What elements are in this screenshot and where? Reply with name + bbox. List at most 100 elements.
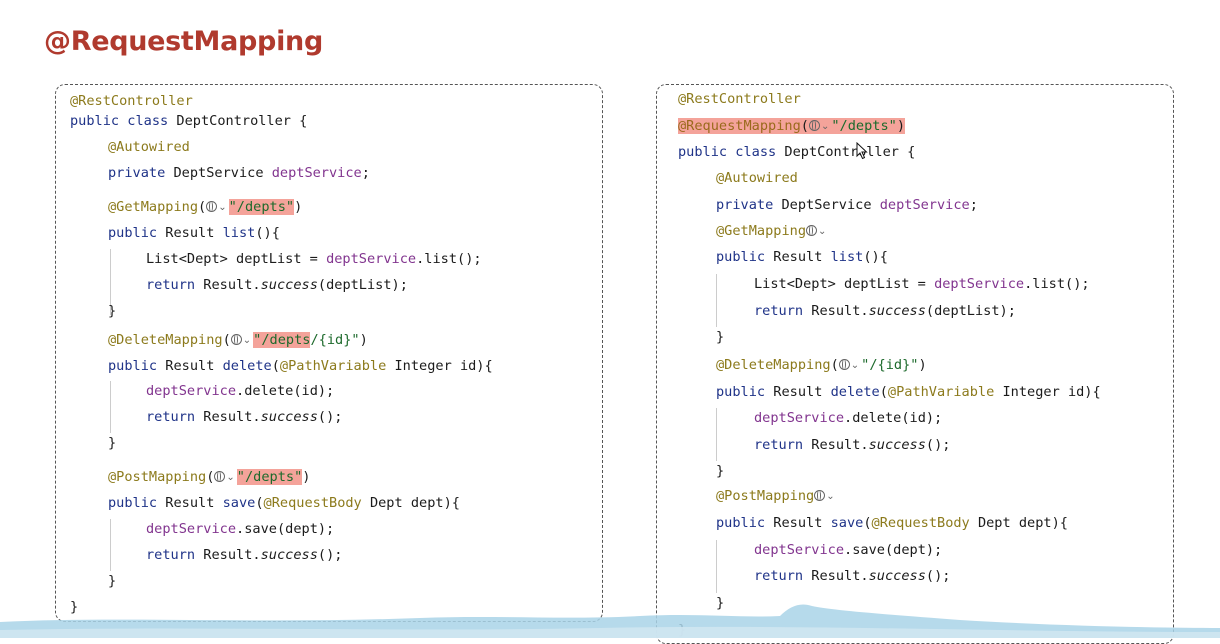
- code-token: @Autowired: [716, 170, 798, 186]
- code-token: DeptController {: [176, 113, 308, 129]
- code-token: @PathVariable: [279, 358, 395, 374]
- code-token: Result: [165, 495, 223, 511]
- code-token: public: [108, 495, 166, 511]
- code-line: public Result list(){: [108, 223, 280, 243]
- globe-icon[interactable]: [838, 358, 850, 370]
- code-token: deptService: [271, 165, 362, 181]
- code-token: "/depts: [253, 332, 311, 348]
- code-token: success: [260, 409, 318, 425]
- code-line: public Result list(){: [716, 247, 888, 267]
- code-panel-right: @RestController @RequestMapping(⌄ "/depts"…: [656, 84, 1174, 644]
- chevron-down-icon[interactable]: ⌄: [818, 222, 826, 242]
- code-token: Integer id){: [1002, 384, 1101, 400]
- code-line: return Result.success(deptList);: [146, 275, 408, 295]
- code-token: Integer id){: [394, 358, 493, 374]
- code-token: ();: [925, 568, 951, 584]
- code-token: deptService: [754, 410, 845, 426]
- code-line: deptService.save(dept);: [146, 519, 334, 539]
- code-token: return: [754, 437, 812, 453]
- code-line: @Autowired: [716, 168, 798, 188]
- code-token: }: [108, 303, 117, 319]
- code-token: @PathVariable: [887, 384, 1003, 400]
- code-line: @RequestMapping(⌄ "/depts"): [678, 116, 906, 137]
- code-token: Result: [165, 358, 223, 374]
- code-token: deptService: [326, 251, 417, 267]
- code-token: ): [918, 357, 927, 373]
- code-token: public: [716, 515, 774, 531]
- code-token: @DeleteMapping: [716, 357, 831, 373]
- code-token: success: [868, 437, 926, 453]
- code-panel-left: @RestController public class DeptControll…: [55, 84, 603, 622]
- code-line: deptService.delete(id);: [754, 408, 942, 428]
- code-token: List<Dept> deptList =: [146, 251, 327, 267]
- chevron-down-icon[interactable]: ⌄: [826, 487, 834, 507]
- code-token: deptService: [146, 383, 237, 399]
- code-token: public: [108, 358, 166, 374]
- chevron-down-icon[interactable]: ⌄: [243, 331, 251, 351]
- code-line: @PostMapping ⌄: [716, 486, 837, 507]
- code-line: @Autowired: [108, 137, 190, 157]
- code-token: class: [127, 113, 177, 129]
- code-token: Result.: [811, 437, 869, 453]
- code-token: success: [260, 277, 318, 293]
- indent-guide: [716, 540, 717, 593]
- code-token: Result.: [203, 409, 261, 425]
- code-line: public Result save(@RequestBody Dept dep…: [108, 493, 460, 513]
- globe-icon[interactable]: [814, 489, 826, 501]
- code-token: /{id}": [310, 332, 360, 348]
- code-token: }: [716, 329, 725, 345]
- code-line: public class DeptController {: [678, 142, 915, 162]
- code-token: Result.: [203, 547, 261, 563]
- code-token: public: [716, 249, 774, 265]
- code-token: Result.: [203, 277, 261, 293]
- code-token: list: [830, 249, 864, 265]
- code-token: (deptList);: [925, 303, 1016, 319]
- code-token: (: [222, 332, 231, 348]
- globe-icon[interactable]: [806, 224, 818, 236]
- globe-icon[interactable]: [230, 333, 242, 345]
- code-token: }: [70, 599, 79, 615]
- code-token: (: [198, 199, 207, 215]
- globe-icon[interactable]: [206, 200, 218, 212]
- code-token: @PostMapping: [716, 488, 815, 504]
- code-token: success: [260, 547, 318, 563]
- code-token: @RequestBody: [263, 495, 370, 511]
- code-line: return Result.success();: [146, 545, 342, 565]
- code-line: }: [108, 571, 116, 591]
- indent-guide: [716, 274, 717, 327]
- chevron-down-icon[interactable]: ⌄: [821, 117, 829, 137]
- code-token: "/depts": [228, 199, 295, 215]
- code-token: @Autowired: [108, 139, 190, 155]
- code-token: (: [830, 357, 839, 373]
- code-token: .list();: [1024, 276, 1090, 292]
- code-token: Result.: [811, 303, 869, 319]
- globe-icon[interactable]: [214, 470, 226, 482]
- code-token: delete: [222, 358, 272, 374]
- chevron-down-icon[interactable]: ⌄: [226, 468, 234, 488]
- slide-title: @RequestMapping: [44, 26, 323, 57]
- mouse-cursor-icon: [856, 142, 868, 160]
- code-token: .delete(id);: [844, 410, 943, 426]
- code-line: List<Dept> deptList = deptService.list()…: [146, 249, 482, 269]
- code-token: save: [222, 495, 256, 511]
- code-line: public Result save(@RequestBody Dept dep…: [716, 513, 1068, 533]
- code-token: public: [716, 384, 774, 400]
- code-token: @GetMapping: [108, 199, 199, 215]
- code-line: public class DeptController {: [70, 111, 307, 131]
- code-token: Result: [165, 225, 223, 241]
- globe-icon[interactable]: [808, 119, 820, 131]
- code-token: list: [222, 225, 256, 241]
- code-token: ): [896, 118, 906, 134]
- code-line: @DeleteMapping(⌄ "/depts/{id}"): [108, 330, 368, 351]
- chevron-down-icon[interactable]: ⌄: [218, 198, 226, 218]
- code-token: return: [146, 409, 204, 425]
- code-token: Dept dept){: [369, 495, 460, 511]
- code-token: (: [863, 515, 872, 531]
- code-token: (){: [255, 225, 280, 241]
- chevron-down-icon[interactable]: ⌄: [851, 356, 859, 376]
- code-token: "/depts": [236, 469, 303, 485]
- code-token: (: [255, 495, 264, 511]
- code-line: }: [108, 301, 116, 321]
- code-line: }: [70, 597, 78, 617]
- code-token: @GetMapping: [716, 223, 807, 239]
